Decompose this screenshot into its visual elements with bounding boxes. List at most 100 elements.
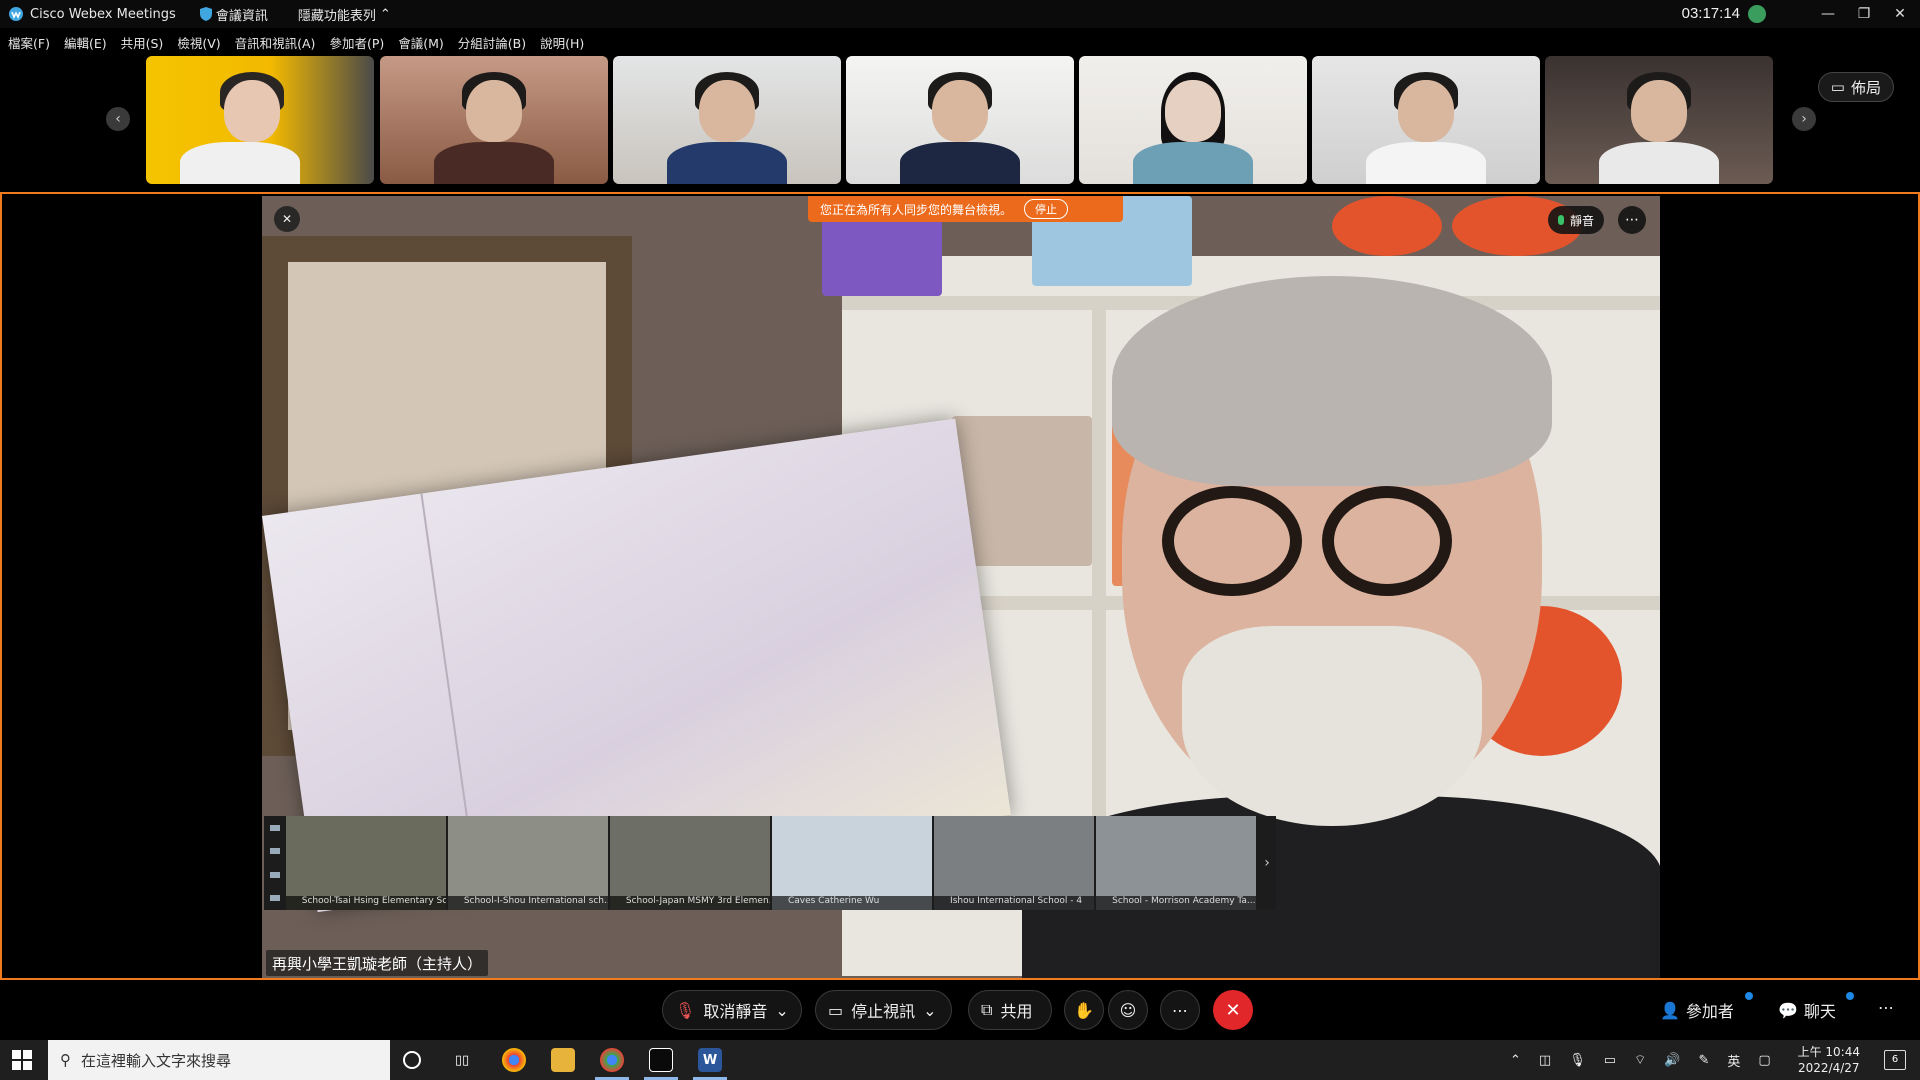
- filmstrip-next-button[interactable]: ›: [1792, 107, 1816, 131]
- ellipsis-icon: ⋯: [1172, 1000, 1188, 1020]
- grid-icon[interactable]: [269, 895, 280, 902]
- taskbar-clock[interactable]: 上午 10:44 2022/4/27: [1798, 1044, 1860, 1076]
- participant-video-4[interactable]: [846, 56, 1074, 184]
- more-panels-button[interactable]: ⋯: [1878, 998, 1894, 1017]
- file-explorer-icon[interactable]: [551, 1048, 575, 1072]
- ime-language[interactable]: 英: [1727, 1051, 1740, 1070]
- chrome-profile-icon[interactable]: [600, 1048, 624, 1072]
- sub-tool-icon[interactable]: [269, 871, 280, 878]
- search-placeholder: 在這裡輸入文字來搜尋: [81, 1051, 232, 1070]
- participant-face: [1398, 80, 1454, 142]
- sub-tool-icon[interactable]: [269, 824, 280, 831]
- volume-icon[interactable]: 🔊: [1664, 1053, 1680, 1068]
- participant-body: [1366, 142, 1486, 184]
- sub-participant-name: School - Morrison Academy Ta...: [1096, 896, 1257, 910]
- sub-participant-3[interactable]: School-Japan MSMY 3rd Elemen...: [609, 816, 770, 910]
- sub-participant-1[interactable]: School-Tsai Hsing Elementary Sc...: [285, 816, 446, 910]
- layout-button[interactable]: ▭ 佈局: [1817, 72, 1894, 102]
- participant-face: [1631, 80, 1687, 142]
- wifi-icon[interactable]: ⌔: [1634, 1052, 1646, 1068]
- task-view-icon[interactable]: ▯▯: [450, 1048, 474, 1072]
- participant-video-5[interactable]: [1079, 56, 1307, 184]
- participant-video-3[interactable]: [613, 56, 841, 184]
- sync-banner-text: 您正在為所有人同步您的舞台檢視。: [820, 202, 1013, 217]
- chevron-down-icon[interactable]: ⌄: [923, 1001, 936, 1020]
- meeting-controls: 🎙 取消靜音 ⌄ ▭ 停止視訊 ⌄ ⧉ 共用 ✋ ☺ ⋯ ✕ 👤 參加者 💬 聊…: [0, 988, 1920, 1030]
- share-button[interactable]: ⧉ 共用: [968, 990, 1052, 1030]
- taskbar-time: 上午 10:44: [1797, 1045, 1860, 1059]
- menu-help[interactable]: 說明(H): [540, 33, 584, 52]
- chat-button[interactable]: 💬 聊天: [1778, 998, 1836, 1022]
- menu-view[interactable]: 檢視(V): [177, 33, 220, 52]
- share-label: 共用: [1000, 1002, 1033, 1021]
- minimize-button[interactable]: —: [1810, 2, 1846, 26]
- stop-sync-button[interactable]: 停止: [1024, 199, 1069, 219]
- sub-participant-2[interactable]: School-I-Shou International sch...: [447, 816, 608, 910]
- shared-filmstrip: School-Tsai Hsing Elementary Sc... Schoo…: [264, 816, 1276, 910]
- menu-breakout[interactable]: 分組討論(B): [458, 33, 526, 52]
- chrome-icon[interactable]: [502, 1048, 526, 1072]
- hide-menubar-button[interactable]: 隱藏功能表列 ⌃: [298, 5, 391, 24]
- more-options-button[interactable]: ⋯: [1618, 206, 1646, 234]
- share-screen-icon: ⧉: [981, 1000, 993, 1019]
- stop-video-button[interactable]: ▭ 停止視訊 ⌄: [815, 990, 952, 1030]
- leave-meeting-button[interactable]: ✕: [1213, 990, 1253, 1030]
- meet-now-icon[interactable]: ◫: [1539, 1053, 1551, 1068]
- microphone-icon: [1557, 215, 1564, 225]
- participant-video-7[interactable]: [1545, 56, 1773, 184]
- menu-file[interactable]: 檔案(F): [8, 33, 50, 52]
- notification-center-icon[interactable]: 6: [1884, 1050, 1906, 1070]
- battery-icon[interactable]: ▭: [1604, 1053, 1616, 1068]
- active-speaker-video[interactable]: ✕ 您正在為所有人同步您的舞台檢視。 停止 靜音 ⋯ School-Tsai H…: [262, 196, 1660, 978]
- tablet-mode-icon[interactable]: ▢: [1758, 1053, 1770, 1068]
- sub-strip-next-button[interactable]: ›: [1258, 816, 1276, 910]
- raise-hand-button[interactable]: ✋: [1064, 990, 1104, 1030]
- taskbar-search[interactable]: ⚲ 在這裡輸入文字來搜尋: [48, 1040, 390, 1080]
- unmute-button[interactable]: 🎙 取消靜音 ⌄: [662, 990, 802, 1030]
- filmstrip-prev-button[interactable]: ‹: [106, 107, 130, 131]
- close-icon: ✕: [1225, 999, 1241, 1021]
- participants-button[interactable]: 👤 參加者: [1660, 998, 1734, 1022]
- title-bar: Cisco Webex Meetings 會議資訊 隱藏功能表列 ⌃ 03:17…: [0, 0, 1920, 28]
- restore-button[interactable]: ❐: [1846, 2, 1882, 26]
- participant-face: [932, 80, 988, 142]
- cortana-icon[interactable]: [403, 1051, 421, 1069]
- mute-participant-button[interactable]: 靜音: [1547, 206, 1604, 234]
- menu-participants[interactable]: 參加者(P): [329, 33, 384, 52]
- book-cover: [952, 416, 1092, 566]
- menu-share[interactable]: 共用(S): [121, 33, 164, 52]
- microphone-icon[interactable]: 🎙: [1569, 1053, 1586, 1068]
- mute-label: 靜音: [1569, 213, 1594, 228]
- sub-participant-5[interactable]: Ishou International School - 4: [934, 816, 1095, 910]
- menu-audio-video[interactable]: 音訊和視訊(A): [235, 33, 316, 52]
- participant-video-2[interactable]: [380, 56, 608, 184]
- network-status-icon[interactable]: [1748, 5, 1766, 23]
- layout-label: 佈局: [1850, 78, 1881, 97]
- person-icon: 👤: [1660, 1000, 1680, 1020]
- meeting-info-button[interactable]: 會議資訊: [199, 5, 268, 24]
- windows-start-icon[interactable]: [12, 1050, 32, 1070]
- sub-participant-6[interactable]: School - Morrison Academy Ta...: [1096, 816, 1257, 910]
- sub-tool-icon[interactable]: [269, 848, 280, 855]
- unpin-icon[interactable]: ✕: [274, 206, 300, 232]
- hand-icon: ✋: [1074, 1000, 1094, 1020]
- more-actions-button[interactable]: ⋯: [1160, 990, 1200, 1030]
- participant-face: [466, 80, 522, 142]
- word-icon[interactable]: W: [698, 1048, 722, 1072]
- close-window-button[interactable]: ✕: [1882, 2, 1918, 26]
- webex-taskbar-icon[interactable]: [649, 1048, 673, 1072]
- menu-meeting[interactable]: 會議(M): [398, 33, 444, 52]
- chevron-down-icon[interactable]: ⌄: [775, 1001, 788, 1020]
- layout-icon: ▭: [1830, 78, 1845, 96]
- reactions-button[interactable]: ☺: [1108, 990, 1148, 1030]
- speaker-beard: [1182, 626, 1482, 826]
- participant-video-6[interactable]: [1312, 56, 1540, 184]
- stage-view: ✕ 您正在為所有人同步您的舞台檢視。 停止 靜音 ⋯ School-Tsai H…: [0, 192, 1920, 980]
- pen-icon[interactable]: ✎: [1698, 1053, 1709, 1068]
- participant-video-1[interactable]: [146, 56, 374, 184]
- chevron-up-icon: ⌃: [379, 6, 391, 22]
- sub-participant-name: School-Japan MSMY 3rd Elemen...: [609, 896, 770, 910]
- menu-edit[interactable]: 編輯(E): [64, 33, 107, 52]
- sub-participant-4[interactable]: Caves Catherine Wu: [771, 816, 933, 910]
- chevron-up-icon[interactable]: ⌃: [1510, 1053, 1521, 1068]
